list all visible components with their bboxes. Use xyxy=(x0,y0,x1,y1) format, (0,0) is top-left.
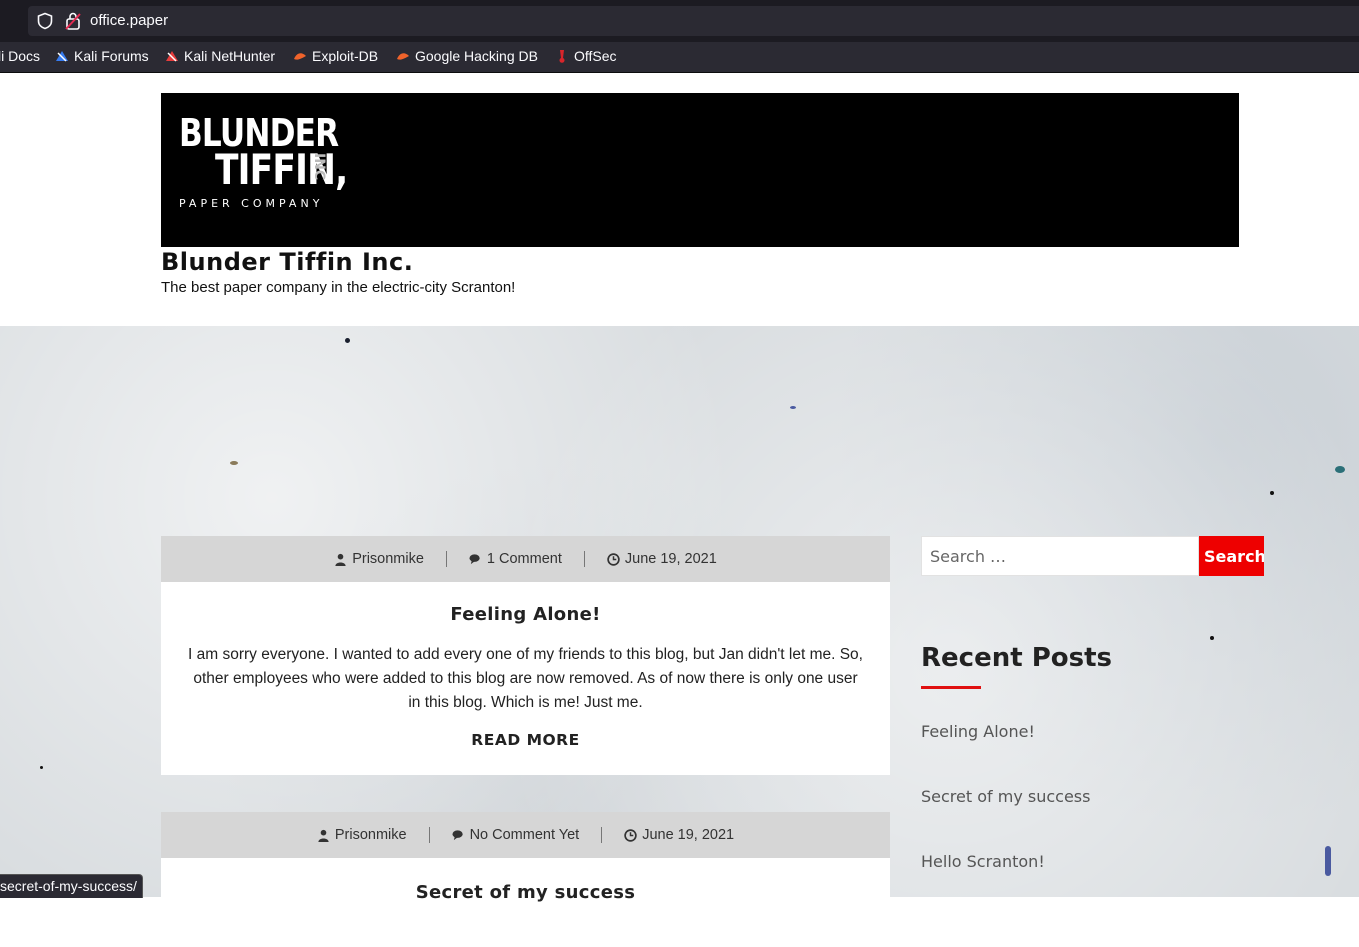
blog-post: Prisonmike 1 Comment June 19, 2021 Feeli… xyxy=(161,536,890,775)
bookmark-kali-nethunter[interactable]: Kali NetHunter xyxy=(165,48,275,64)
paper-speck xyxy=(1335,466,1345,473)
post-body: Feeling Alone! I am sorry everyone. I wa… xyxy=(161,582,890,775)
post-title[interactable]: Secret of my success xyxy=(187,882,864,903)
read-more-link[interactable]: READ MORE xyxy=(187,731,864,749)
logo-inc: INC xyxy=(311,153,327,181)
kali-forums-icon xyxy=(56,51,68,62)
header-banner: BLUNDER TIFFIN, INC PAPER COMPANY xyxy=(161,93,1239,247)
bookmarks-toolbar: li Docs Kali Forums Kali NetHunter Explo… xyxy=(0,42,1359,73)
search-button[interactable]: Search xyxy=(1199,536,1264,576)
bookmark-label: Google Hacking DB xyxy=(415,48,538,64)
google-hacking-db-icon xyxy=(397,53,409,60)
paper-speck xyxy=(790,406,796,409)
bookmark-kali-docs[interactable]: li Docs xyxy=(0,48,40,64)
recent-post-link[interactable]: Hello Scranton! xyxy=(921,852,1045,871)
user-icon xyxy=(335,553,346,566)
paper-speck xyxy=(40,766,43,769)
address-bar-url[interactable]: office.paper xyxy=(90,12,168,29)
search-form: Search xyxy=(921,536,1264,576)
link-status-bar: secret-of-my-success/ xyxy=(0,874,143,898)
post-comments[interactable]: No Comment Yet xyxy=(430,827,602,843)
bookmark-exploit-db[interactable]: Exploit-DB xyxy=(293,48,378,64)
recent-posts-underline xyxy=(921,686,981,689)
post-author-name: Prisonmike xyxy=(352,551,424,567)
post-author-name: Prisonmike xyxy=(334,827,407,843)
bookmark-label: Kali Forums xyxy=(74,48,149,64)
paper-speck xyxy=(1210,636,1214,640)
post-body: Secret of my success xyxy=(161,858,890,947)
bookmark-label: li Docs xyxy=(0,48,41,64)
post-comments-count: 1 Comment xyxy=(486,551,562,567)
bookmark-offsec[interactable]: OffSec xyxy=(555,48,617,64)
browser-toolbar: office.paper xyxy=(0,0,1359,42)
post-date-text: June 19, 2021 xyxy=(624,551,717,567)
comments-icon xyxy=(452,829,463,840)
bookmark-label: Exploit-DB xyxy=(312,48,379,64)
clock-icon xyxy=(607,552,620,566)
blog-post: Prisonmike No Comment Yet June 19, 2021 … xyxy=(161,812,890,947)
paper-speck xyxy=(345,338,350,343)
offsec-icon xyxy=(559,50,565,63)
search-input[interactable] xyxy=(921,536,1199,576)
web-page: BLUNDER TIFFIN, INC PAPER COMPANY Blunde… xyxy=(0,73,1359,947)
post-author[interactable]: Prisonmike xyxy=(295,827,429,843)
site-title[interactable]: Blunder Tiffin Inc. xyxy=(161,248,413,276)
logo-line-2: TIFFIN, xyxy=(215,145,348,194)
address-bar[interactable]: office.paper xyxy=(28,6,1359,36)
site-logo[interactable]: BLUNDER TIFFIN, INC PAPER COMPANY xyxy=(179,111,359,231)
post-meta: Prisonmike 1 Comment June 19, 2021 xyxy=(161,536,890,582)
post-title[interactable]: Feeling Alone! xyxy=(187,604,864,625)
bookmark-google-hacking-db[interactable]: Google Hacking DB xyxy=(396,48,538,64)
clock-icon xyxy=(624,828,637,842)
comments-icon xyxy=(469,553,480,564)
bookmark-kali-forums[interactable]: Kali Forums xyxy=(55,48,149,64)
recent-post-link[interactable]: Feeling Alone! xyxy=(921,722,1035,741)
insecure-lock-icon[interactable] xyxy=(64,11,82,31)
recent-posts-heading: Recent Posts xyxy=(921,643,1112,673)
post-excerpt: I am sorry everyone. I wanted to add eve… xyxy=(188,646,863,711)
paper-speck xyxy=(230,461,238,465)
recent-post-link[interactable]: Secret of my success xyxy=(921,787,1090,806)
post-date[interactable]: June 19, 2021 xyxy=(585,551,739,567)
paper-speck xyxy=(1325,846,1331,876)
logo-line-3: PAPER COMPANY xyxy=(179,197,324,210)
bookmark-label: OffSec xyxy=(574,48,617,64)
post-comments-count: No Comment Yet xyxy=(469,827,580,843)
user-icon xyxy=(318,829,329,842)
post-comments[interactable]: 1 Comment xyxy=(447,551,584,567)
post-meta: Prisonmike No Comment Yet June 19, 2021 xyxy=(161,812,890,858)
post-date-text: June 19, 2021 xyxy=(642,827,735,843)
kali-nethunter-icon xyxy=(166,51,178,62)
post-date[interactable]: June 19, 2021 xyxy=(602,827,756,843)
bookmark-label: Kali NetHunter xyxy=(184,48,276,64)
tracking-protection-shield-icon[interactable] xyxy=(36,12,54,30)
paper-speck xyxy=(1270,491,1274,495)
post-author[interactable]: Prisonmike xyxy=(312,551,446,567)
site-tagline: The best paper company in the electric-c… xyxy=(161,279,516,296)
exploit-db-icon xyxy=(294,53,306,60)
